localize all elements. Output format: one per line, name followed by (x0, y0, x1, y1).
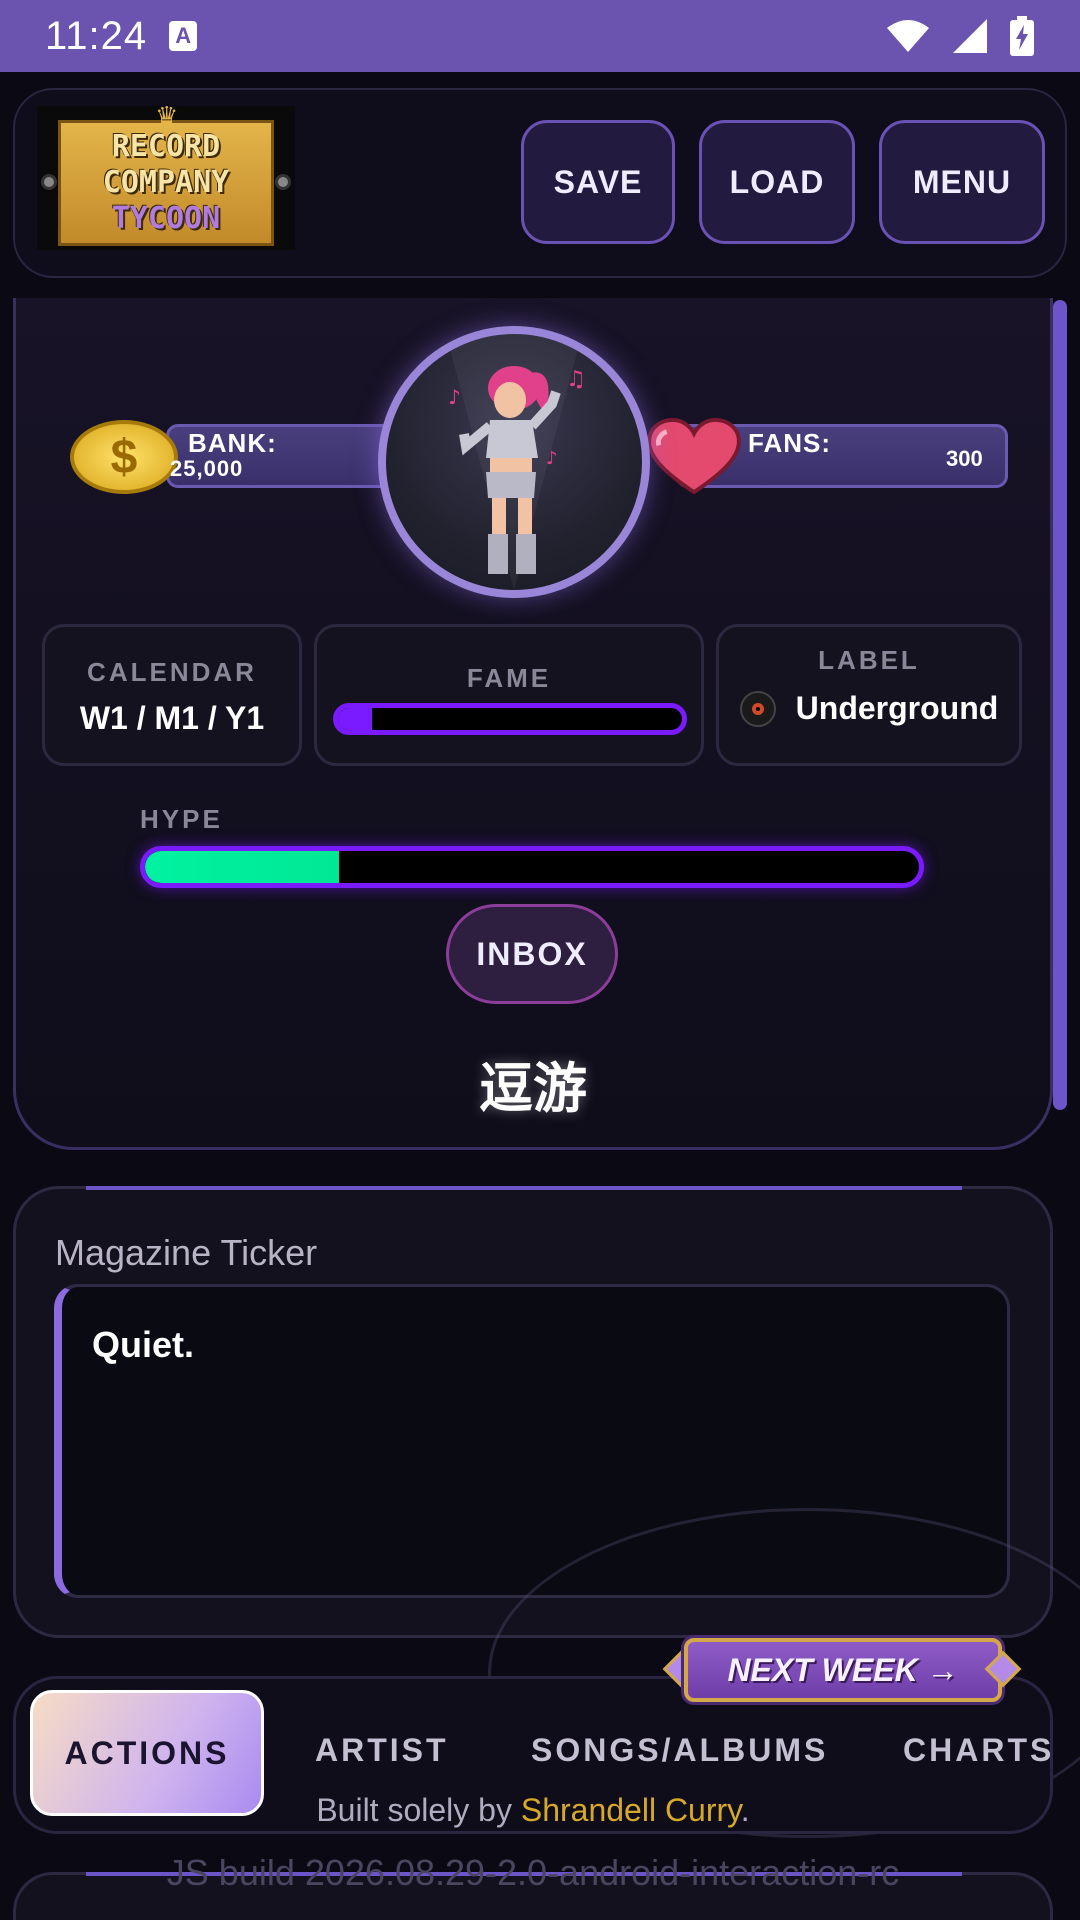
logo-line-2: COMPANY (102, 165, 230, 200)
studio-name: 逗游 (479, 1057, 587, 1120)
bank-value: 25,000 (170, 456, 244, 481)
label-title: LABEL (818, 645, 920, 675)
fame-bar (333, 703, 687, 735)
fans-value: 300 (946, 446, 983, 471)
bank-label: BANK: (188, 428, 277, 458)
wifi-icon (887, 20, 929, 52)
hype-bar (140, 846, 924, 888)
battery-charging-icon (1010, 16, 1034, 56)
calendar-value: W1 / M1 / Y1 (79, 700, 265, 736)
speaker-icon (41, 174, 57, 190)
svg-text:♪: ♪ (546, 448, 558, 469)
coin-icon: $ (70, 420, 178, 494)
credit-prefix: Built solely by (316, 1792, 521, 1828)
ticker-title: Magazine Ticker (55, 1232, 318, 1273)
label-card: LABEL Underground (716, 624, 1022, 766)
signal-icon (953, 19, 987, 53)
artist-portrait: ♪ ♫ ♪ (446, 334, 586, 590)
status-time: 11:24 (45, 13, 148, 58)
hype-bar-fill (145, 851, 339, 883)
speaker-icon (275, 174, 291, 190)
credit-line: Built solely by Shrandell Curry. (0, 1792, 1066, 1829)
credit-author: Shrandell Curry (520, 1792, 741, 1828)
status-icons (885, 16, 1035, 56)
load-button[interactable]: LOAD (699, 120, 855, 244)
calendar-title: CALENDAR (87, 657, 257, 687)
crown-icon: ♛ (155, 101, 179, 131)
svg-text:♫: ♫ (566, 367, 586, 392)
credit-suffix: . (740, 1792, 750, 1828)
calendar-card: CALENDAR W1 / M1 / Y1 (42, 624, 302, 766)
ticker-text: Quiet. (92, 1324, 195, 1365)
save-button[interactable]: SAVE (521, 120, 675, 244)
tab-artist[interactable]: ARTIST (315, 1732, 449, 1769)
fame-card: FAME (314, 624, 704, 766)
build-info: JS build 2026.08.29-2.0-android-interact… (166, 1852, 900, 1893)
top-bar: ♛ RECORD COMPANY TYCOON SAVE LOAD MENU (13, 88, 1067, 278)
logo-line-1: RECORD (111, 129, 221, 164)
scrollbar[interactable] (1053, 300, 1067, 1110)
heart-icon (647, 418, 741, 495)
fame-bar-fill (338, 708, 373, 730)
logo-line-3: TYCOON (111, 201, 221, 236)
svg-text:♪: ♪ (448, 385, 461, 409)
fame-title: FAME (466, 663, 552, 693)
logo-plate: ♛ RECORD COMPANY TYCOON (58, 101, 274, 246)
label-value: Underground (795, 690, 999, 726)
menu-button[interactable]: MENU (879, 120, 1045, 244)
vinyl-record-icon (739, 690, 776, 727)
fans-label: FANS: (748, 428, 831, 458)
ticker-accent-line (86, 1186, 962, 1190)
next-week-button[interactable]: NEXT WEEK → (684, 1638, 1002, 1702)
label-row: Underground (719, 690, 1019, 727)
tab-charts[interactable]: CHARTS (903, 1732, 1054, 1769)
status-bar: 11:24 A (0, 0, 1080, 72)
tab-songs-albums[interactable]: SONGS/ALBUMS (531, 1732, 828, 1769)
a-icon: A (169, 21, 198, 51)
inbox-button[interactable]: INBOX (446, 904, 618, 1004)
artist-avatar[interactable]: ♪ ♫ ♪ (378, 326, 650, 598)
game-logo: ♛ RECORD COMPANY TYCOON (37, 101, 295, 250)
hype-label: HYPE (140, 804, 223, 834)
